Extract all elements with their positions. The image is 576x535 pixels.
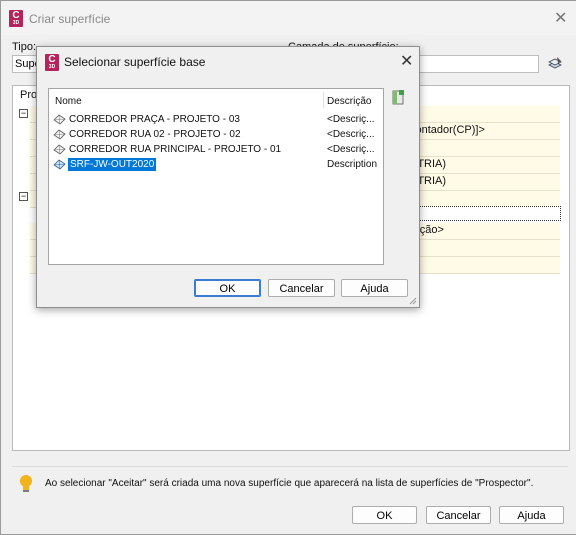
resize-grip-icon[interactable]	[407, 295, 417, 305]
surface-list[interactable]: Nome Descrição CORREDOR PRAÇA - PROJETO …	[48, 88, 384, 265]
app-icon: C 3D	[45, 54, 59, 71]
modal-help-button[interactable]: Ajuda	[341, 279, 408, 297]
lightbulb-icon	[18, 474, 34, 494]
list-item[interactable]: CORREDOR RUA PRINCIPAL - PROJETO - 01 <D…	[53, 143, 375, 157]
surface-icon	[53, 129, 66, 140]
select-base-surface-dialog: C 3D Selecionar superfície base ✕ Nome De…	[36, 46, 420, 308]
ok-button[interactable]: OK	[352, 506, 417, 524]
app-icon: C 3D	[9, 10, 23, 27]
column-divider	[323, 92, 324, 108]
item-name: SRF-JW-OUT2020	[68, 158, 157, 171]
info-text: Ao selecionar "Aceitar" será criada uma …	[45, 478, 534, 489]
list-item[interactable]: CORREDOR RUA 02 - PROJETO - 02 <Descriç.…	[53, 128, 375, 142]
collapse-icon[interactable]: −	[19, 192, 28, 201]
grid-header: Pro	[20, 89, 38, 101]
layer-picker-icon[interactable]	[547, 55, 563, 71]
item-name: CORREDOR RUA 02 - PROJETO - 02	[69, 129, 241, 140]
new-surface-icon[interactable]	[390, 89, 406, 105]
cancel-button[interactable]: Cancelar	[426, 506, 491, 524]
modal-cancel-button[interactable]: Cancelar	[268, 279, 335, 297]
item-description: Description	[327, 159, 378, 170]
type-label: Tipo:	[12, 41, 37, 53]
close-icon[interactable]: ✕	[400, 51, 413, 71]
title-bar: C 3D Criar superfície ✕	[1, 1, 576, 35]
collapse-icon[interactable]: −	[19, 109, 28, 118]
close-icon[interactable]: ✕	[554, 8, 567, 28]
item-name: CORREDOR RUA PRINCIPAL - PROJETO - 01	[69, 144, 282, 155]
surface-icon	[53, 159, 66, 170]
list-item-selected[interactable]: SRF-JW-OUT2020 Description	[53, 158, 378, 172]
help-button[interactable]: Ajuda	[499, 506, 564, 524]
item-name: CORREDOR PRAÇA - PROJETO - 03	[69, 114, 240, 125]
modal-ok-button[interactable]: OK	[194, 279, 261, 297]
item-description: <Descriç...	[327, 129, 375, 140]
item-description: <Descriç...	[327, 144, 375, 155]
surface-icon	[53, 114, 66, 125]
column-name-header[interactable]: Nome	[55, 96, 82, 107]
grid-value: contador(CP)]>	[410, 124, 485, 136]
column-description-header[interactable]: Descrição	[327, 96, 371, 107]
layer-field[interactable]	[419, 55, 539, 73]
surface-icon	[53, 144, 66, 155]
modal-title: Selecionar superfície base	[64, 55, 206, 69]
info-bar: Ao selecionar "Aceitar" será criada uma …	[12, 466, 568, 499]
list-item[interactable]: CORREDOR PRAÇA - PROJETO - 03 <Descriç..…	[53, 113, 375, 127]
window-title: Criar superfície	[29, 12, 111, 26]
item-description: <Descriç...	[327, 114, 375, 125]
